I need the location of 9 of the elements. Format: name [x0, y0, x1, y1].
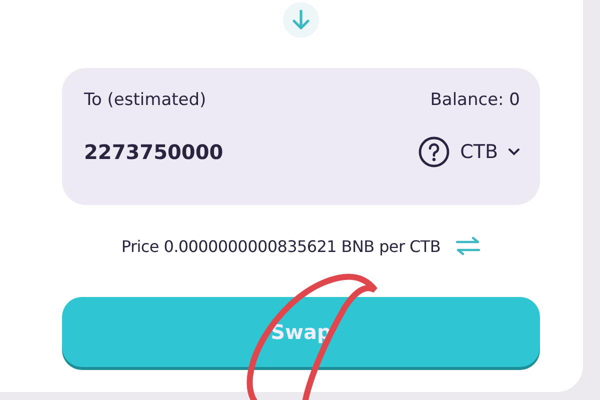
question-icon [418, 136, 450, 168]
amount-field[interactable]: 2273750000 [84, 140, 284, 164]
arrow-down-icon[interactable] [283, 2, 319, 38]
token-selector[interactable]: CTB [418, 136, 520, 168]
price-text: Price 0.0000000000835621 BNB per CTB [121, 236, 441, 256]
swap-arrows-icon[interactable] [454, 237, 481, 255]
to-label: To (estimated) [84, 90, 206, 110]
balance-label: Balance: 0 [430, 90, 520, 110]
chevron-down-icon [508, 148, 520, 156]
